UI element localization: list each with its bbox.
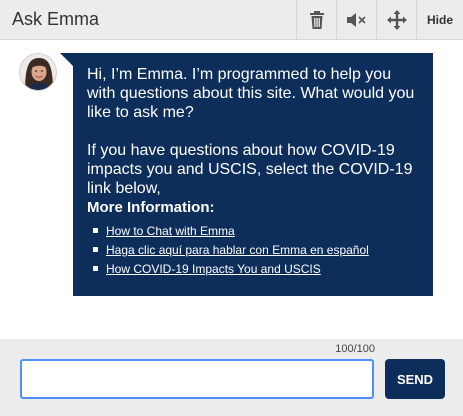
link-spanish[interactable]: Haga clic aquí para hablar con Emma en e… bbox=[106, 243, 369, 257]
list-item: How to Chat with Emma bbox=[93, 222, 421, 240]
message-covid: If you have questions about how COVID-19… bbox=[87, 142, 413, 197]
mute-button[interactable] bbox=[336, 0, 376, 40]
list-item: How COVID-19 Impacts You and USCIS bbox=[93, 260, 421, 278]
hide-button-label: Hide bbox=[426, 13, 453, 27]
trash-icon bbox=[309, 11, 324, 29]
message-input[interactable] bbox=[20, 359, 374, 399]
hide-button[interactable]: Hide bbox=[416, 0, 463, 40]
send-button[interactable]: SEND bbox=[385, 359, 445, 399]
list-item: Haga clic aquí para hablar con Emma en e… bbox=[93, 241, 421, 259]
mute-icon bbox=[346, 13, 366, 27]
chat-title: Ask Emma bbox=[12, 9, 100, 29]
character-counter: 100/100 bbox=[335, 343, 375, 355]
link-covid[interactable]: How COVID-19 Impacts You and USCIS bbox=[106, 262, 321, 276]
chat-header: Ask Emma Hide bbox=[0, 0, 463, 40]
message-intro: Hi, I’m Emma. I’m programmed to help you… bbox=[87, 66, 415, 121]
more-information-heading: More Information: bbox=[87, 199, 215, 216]
bubble-pointer bbox=[60, 53, 74, 67]
emma-avatar bbox=[19, 53, 57, 91]
clear-chat-button[interactable] bbox=[296, 0, 336, 40]
move-button[interactable] bbox=[376, 0, 416, 40]
chat-area[interactable]: Hi, I’m Emma. I’m programmed to help you… bbox=[0, 41, 463, 339]
chat-footer: 100/100 SEND bbox=[0, 339, 463, 416]
link-how-to-chat[interactable]: How to Chat with Emma bbox=[106, 224, 235, 238]
move-icon bbox=[386, 10, 407, 30]
link-list: How to Chat with Emma Haga clic aquí par… bbox=[87, 222, 421, 278]
emma-portrait bbox=[20, 54, 56, 90]
message-bubble: Hi, I’m Emma. I’m programmed to help you… bbox=[73, 53, 433, 296]
